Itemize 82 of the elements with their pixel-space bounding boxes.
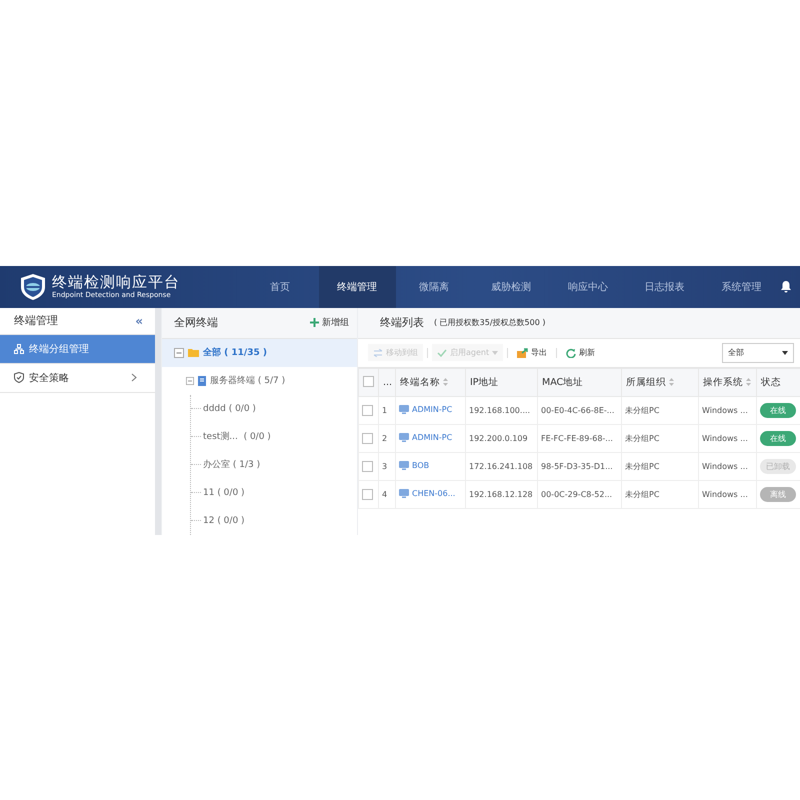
- column-header[interactable]: MAC地址: [542, 376, 584, 388]
- tree-node[interactable]: test测... ( 0/0 ): [203, 430, 271, 443]
- table-cell: 192.168.100....: [466, 396, 538, 424]
- app-title: 终端检测响应平台: [52, 274, 180, 290]
- table-cell: 00-E0-4C-66-8E-...: [538, 396, 622, 424]
- table-cell: Windows ...: [698, 480, 756, 508]
- sidebar-item[interactable]: 终端分组管理: [0, 334, 155, 364]
- checkbox[interactable]: [362, 404, 373, 416]
- tree-node[interactable]: 办公室 ( 1/3 ): [203, 458, 260, 471]
- table-cell: 未分组PC: [622, 480, 698, 508]
- status-badge: 已卸载: [760, 458, 796, 474]
- bell-icon[interactable]: [780, 280, 792, 293]
- table-cell: 172.16.241.108: [466, 452, 538, 480]
- status-badge: 在线: [760, 430, 796, 446]
- table-cell: Windows ...: [698, 424, 756, 452]
- nav-tab[interactable]: 日志报表: [626, 266, 704, 308]
- sort-icon[interactable]: [746, 378, 751, 386]
- toolbar-button[interactable]: 导出: [512, 344, 552, 361]
- table-cell: 192.168.12.128: [466, 480, 538, 508]
- monitor-icon: [399, 432, 409, 442]
- plus-icon: [310, 318, 319, 327]
- row-number: 3: [378, 452, 396, 480]
- folder-icon: [188, 348, 199, 357]
- table-cell: Windows ...: [698, 396, 756, 424]
- row-number: 2: [378, 424, 396, 452]
- monitor-icon: [399, 404, 409, 414]
- collapse-button[interactable]: «: [135, 314, 143, 328]
- column-header[interactable]: 状态: [761, 376, 781, 388]
- refresh-icon: [566, 348, 576, 358]
- terminal-name-link[interactable]: BOB: [399, 460, 430, 470]
- caret-icon: [782, 350, 788, 354]
- row-number: 1: [378, 396, 396, 424]
- shield-icon: [14, 372, 24, 383]
- add-group-button[interactable]: 新增组: [310, 316, 349, 329]
- tree-node[interactable]: dddd ( 0/0 ): [203, 404, 256, 414]
- checkbox[interactable]: [362, 432, 373, 444]
- table-cell: Windows ...: [698, 452, 756, 480]
- table-cell: 98-5F-D3-35-D1...: [538, 452, 622, 480]
- caret-icon: [492, 350, 498, 354]
- panel-title: 全网终端: [174, 315, 218, 330]
- status-badge: 在线: [760, 402, 796, 418]
- nav-tab[interactable]: 微隔离: [396, 266, 472, 308]
- table-cell: 未分组PC: [622, 452, 698, 480]
- toolbar-button[interactable]: 刷新: [561, 344, 600, 361]
- sort-icon[interactable]: [669, 378, 674, 386]
- swap-icon: [373, 348, 383, 356]
- nav-tab[interactable]: 响应中心: [549, 266, 626, 308]
- sort-icon[interactable]: [443, 378, 448, 386]
- panel-title: 终端列表: [380, 315, 424, 330]
- nav-tab[interactable]: 威胁检测: [472, 266, 550, 308]
- nav-tab[interactable]: 首页: [242, 266, 319, 308]
- export-icon: [517, 348, 528, 358]
- nav-tab[interactable]: 终端管理: [318, 266, 396, 308]
- chevron-right-icon: [131, 373, 137, 382]
- monitor-icon: [399, 488, 409, 498]
- checkbox[interactable]: [362, 488, 373, 500]
- table-cell: 00-0C-29-C8-52...: [538, 480, 622, 508]
- hierarchy-icon: [14, 344, 24, 354]
- license-count: ( 已用授权数35/授权总数500 ): [434, 317, 546, 328]
- shield-logo-icon: [20, 272, 46, 300]
- collapse-toggle-icon[interactable]: [174, 348, 184, 358]
- table-cell: 未分组PC: [622, 424, 698, 452]
- nav-tab[interactable]: 系统管理: [703, 266, 780, 308]
- table-cell: 192.200.0.109: [466, 424, 538, 452]
- tree-node[interactable]: 12 ( 0/0 ): [203, 516, 245, 526]
- sidebar-item[interactable]: 安全策略: [0, 364, 155, 392]
- collapse-toggle-icon[interactable]: [186, 376, 194, 384]
- checkbox[interactable]: [362, 460, 373, 472]
- monitor-icon: [399, 460, 409, 470]
- column-header[interactable]: IP地址: [470, 376, 499, 388]
- sidebar-title: 终端管理: [14, 313, 58, 328]
- filter-select[interactable]: 全部: [722, 342, 794, 362]
- table-cell: FE-FC-FE-89-68-...: [538, 424, 622, 452]
- tree-node[interactable]: 全部 ( 11/35 ): [203, 346, 267, 359]
- checkmark-icon: [437, 348, 447, 356]
- row-number: 4: [378, 480, 396, 508]
- tree-node[interactable]: 服务器终端 ( 5/7 ): [210, 374, 286, 387]
- server-icon: [198, 376, 206, 386]
- checkbox[interactable]: [363, 376, 374, 388]
- table-cell: 未分组PC: [622, 396, 698, 424]
- status-badge: 离线: [760, 486, 796, 502]
- tree-node[interactable]: 11 ( 0/0 ): [203, 488, 245, 498]
